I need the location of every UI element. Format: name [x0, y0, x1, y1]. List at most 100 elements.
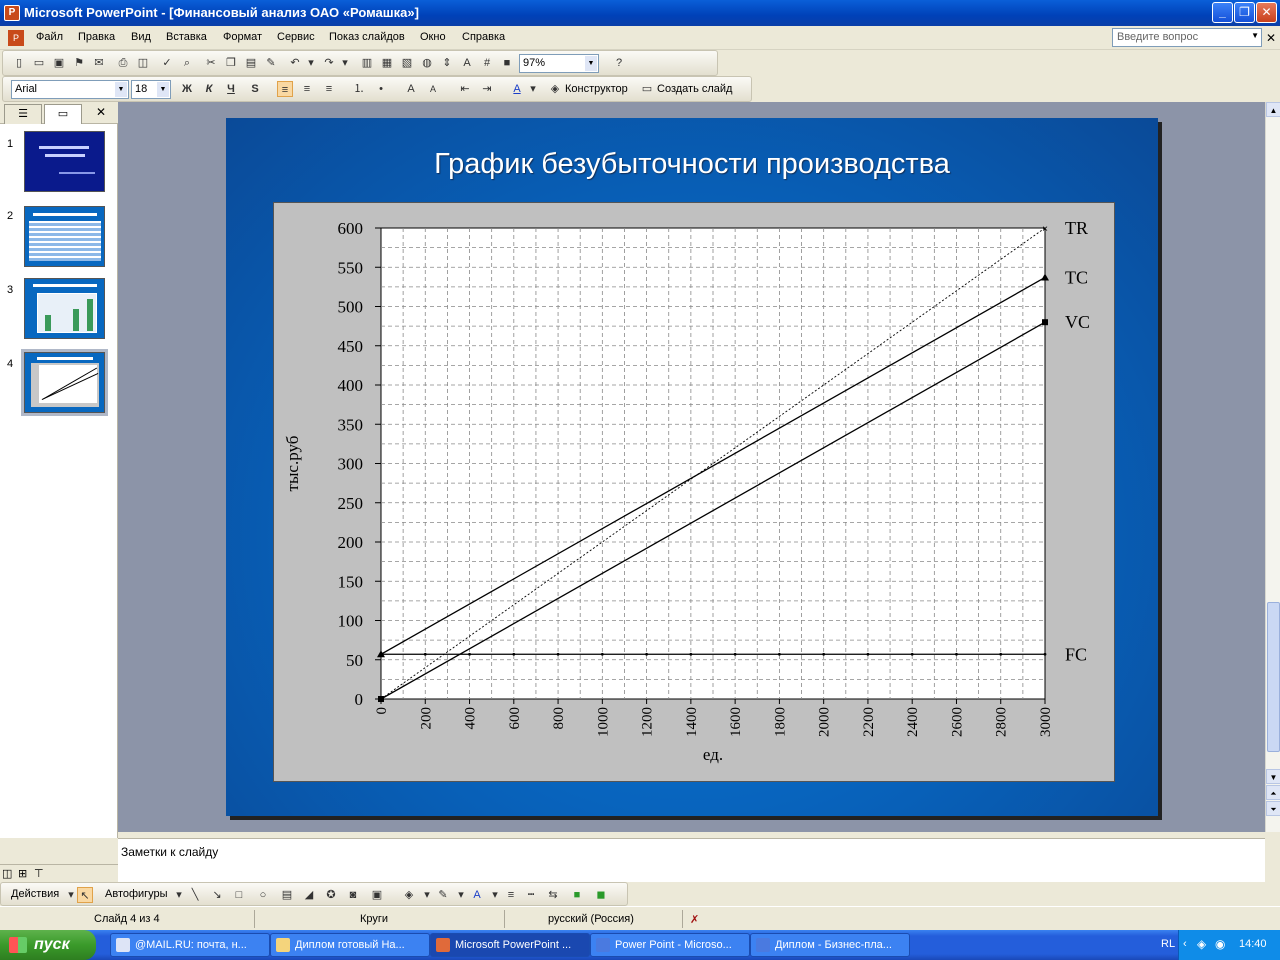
dash-style-icon[interactable]: ┅ — [523, 887, 539, 903]
new-slide-icon[interactable]: ▭ — [639, 81, 655, 97]
align-center-icon[interactable]: ≡ — [299, 81, 315, 97]
font-color-icon[interactable]: A — [469, 887, 485, 903]
tables-borders-icon[interactable]: ▧ — [399, 55, 415, 71]
autoshapes-dropdown-icon[interactable]: ▾ — [171, 887, 187, 903]
language-indicator[interactable]: RL — [1161, 938, 1175, 950]
undo-icon[interactable]: ↶ — [287, 55, 303, 71]
menu-tools[interactable]: Сервис — [277, 31, 315, 43]
scroll-thumb[interactable] — [1267, 602, 1280, 752]
italic-button[interactable]: К — [201, 81, 217, 97]
increase-font-icon[interactable]: A — [403, 81, 419, 97]
font-color-icon[interactable]: A — [509, 81, 525, 97]
line-color-dropdown-icon[interactable]: ▾ — [453, 887, 469, 903]
cut-icon[interactable]: ✂ — [203, 55, 219, 71]
bullets-icon[interactable]: • — [373, 81, 389, 97]
insert-table-icon[interactable]: ▦ — [379, 55, 395, 71]
fill-color-icon[interactable]: ◈ — [401, 887, 417, 903]
wordart-icon[interactable]: ◢ — [301, 887, 317, 903]
slideshow-icon[interactable]: ⊤ — [34, 867, 44, 880]
autoshapes-menu[interactable]: Автофигуры — [105, 888, 168, 900]
chevron-down-icon[interactable]: ▼ — [1251, 31, 1259, 40]
previous-slide-icon[interactable]: ⏶ — [1266, 785, 1280, 800]
rectangle-icon[interactable]: □ — [231, 887, 247, 903]
spelling-status-icon[interactable]: ✗ — [690, 913, 699, 926]
close-button[interactable]: ✕ — [1256, 2, 1277, 23]
designer-icon[interactable]: ◈ — [547, 81, 563, 97]
minimize-button[interactable]: _ — [1212, 2, 1233, 23]
slide-thumbnail-2[interactable] — [24, 206, 105, 267]
menu-view[interactable]: Вид — [131, 31, 151, 43]
close-document-icon[interactable]: ✕ — [1266, 31, 1276, 45]
select-objects-icon[interactable]: ↖ — [77, 887, 93, 903]
slide-sorter-icon[interactable]: ⊞ — [18, 867, 27, 880]
bold-button[interactable]: Ж — [179, 81, 195, 97]
undo-dropdown-icon[interactable]: ▾ — [303, 55, 319, 71]
chevron-down-icon[interactable]: ▼ — [585, 56, 597, 71]
new-icon[interactable]: ▯ — [11, 55, 27, 71]
clock[interactable]: 14:40 — [1239, 938, 1267, 950]
permission-icon[interactable]: ⚑ — [71, 55, 87, 71]
line-style-icon[interactable]: ≡ — [503, 887, 519, 903]
chevron-down-icon[interactable]: ▼ — [157, 82, 169, 97]
zoom-combo[interactable]: 97% ▼ — [519, 54, 599, 73]
color-grayscale-icon[interactable]: ■ — [499, 55, 515, 71]
font-size-combo[interactable]: 18 ▼ — [131, 80, 171, 99]
research-icon[interactable]: ⌕ — [179, 55, 195, 71]
menu-file[interactable]: Файл — [36, 31, 63, 43]
shadow-button[interactable]: S — [247, 81, 263, 97]
tab-slides[interactable]: ▭ — [44, 104, 82, 124]
redo-icon[interactable]: ↷ — [321, 55, 337, 71]
menu-help[interactable]: Справка — [462, 31, 505, 43]
menu-window[interactable]: Окно — [420, 31, 446, 43]
open-icon[interactable]: ▭ — [31, 55, 47, 71]
diagram-icon[interactable]: ✪ — [323, 887, 339, 903]
menu-format[interactable]: Формат — [223, 31, 262, 43]
numbering-icon[interactable]: ⒈ — [351, 81, 367, 97]
decrease-font-icon[interactable]: A — [425, 81, 441, 97]
copy-icon[interactable]: ❐ — [223, 55, 239, 71]
taskbar-item[interactable]: Power Point - Microso... — [590, 933, 750, 957]
align-right-icon[interactable]: ≡ — [321, 81, 337, 97]
font-color-dropdown-icon[interactable]: ▾ — [487, 887, 503, 903]
taskbar-item[interactable]: @MAIL.RU: почта, н... — [110, 933, 270, 957]
arrow-icon[interactable]: ↘ — [209, 887, 225, 903]
save-icon[interactable]: ▣ — [51, 55, 67, 71]
designer-button[interactable]: Конструктор — [565, 83, 628, 95]
textbox-icon[interactable]: ▤ — [279, 887, 295, 903]
menu-insert[interactable]: Вставка — [166, 31, 207, 43]
scroll-down-icon[interactable]: ▼ — [1266, 769, 1280, 784]
print-icon[interactable]: ⎙ — [115, 55, 131, 71]
notes-pane[interactable]: Заметки к слайду — [118, 838, 1265, 882]
menu-edit[interactable]: Правка — [78, 31, 115, 43]
close-pane-icon[interactable]: ✕ — [96, 105, 106, 119]
3d-style-icon[interactable]: ◼ — [593, 887, 609, 903]
maximize-button[interactable]: ❐ — [1234, 2, 1255, 23]
format-painter-icon[interactable]: ✎ — [263, 55, 279, 71]
decrease-indent-icon[interactable]: ⇤ — [457, 81, 473, 97]
line-color-icon[interactable]: ✎ — [435, 887, 451, 903]
taskbar-item-active[interactable]: Microsoft PowerPoint ... — [430, 933, 590, 957]
line-icon[interactable]: ╲ — [187, 887, 203, 903]
expand-all-icon[interactable]: ⇕ — [439, 55, 455, 71]
chevron-down-icon[interactable]: ▼ — [115, 82, 127, 97]
taskbar-item[interactable]: Диплом - Бизнес-пла... — [750, 933, 910, 957]
vertical-scrollbar[interactable]: ▲ ▼ ⏶ ⏷ — [1265, 102, 1280, 832]
font-combo[interactable]: Arial ▼ — [11, 80, 129, 99]
powerpoint-icon[interactable]: P — [4, 5, 20, 21]
arrow-style-icon[interactable]: ⇆ — [545, 887, 561, 903]
slide-thumbnail-3[interactable] — [24, 278, 105, 339]
new-slide-button[interactable]: Создать слайд — [657, 83, 732, 95]
spelling-icon[interactable]: ✓ — [159, 55, 175, 71]
underline-button[interactable]: Ч — [223, 81, 239, 97]
help-search-input[interactable]: Введите вопрос ▼ — [1112, 28, 1262, 47]
email-icon[interactable]: ✉ — [91, 55, 107, 71]
tray-expand-icon[interactable]: ‹ — [1183, 938, 1187, 950]
scroll-up-icon[interactable]: ▲ — [1266, 102, 1280, 117]
taskbar-item[interactable]: Диплом готовый На... — [270, 933, 430, 957]
shadow-style-icon[interactable]: ■ — [569, 887, 585, 903]
insert-chart-icon[interactable]: ▥ — [359, 55, 375, 71]
redo-dropdown-icon[interactable]: ▾ — [337, 55, 353, 71]
show-formatting-icon[interactable]: A — [459, 55, 475, 71]
normal-view-icon[interactable]: ◫ — [2, 867, 12, 880]
font-color-dropdown-icon[interactable]: ▾ — [525, 81, 541, 97]
